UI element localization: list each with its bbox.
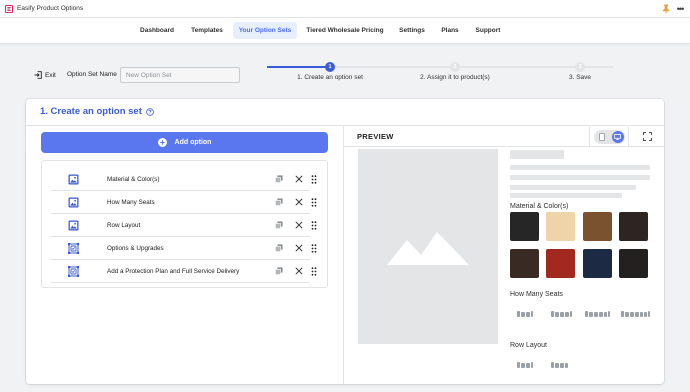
preview-row-layout-label: Row Layout — [510, 342, 547, 349]
add-option-button[interactable]: Add option — [41, 132, 328, 153]
step-1-label: 1. Create an option set — [297, 74, 363, 81]
delete-x-icon[interactable] — [295, 198, 303, 206]
option-row[interactable]: How Many Seats — [51, 191, 317, 214]
step-2-dot: 2 — [450, 62, 460, 72]
placeholder-line — [510, 175, 650, 180]
checkbox-group-icon — [68, 265, 79, 277]
option-row[interactable]: Row Layout — [51, 214, 317, 237]
preview-material-label: Material & Color(s) — [510, 203, 569, 210]
option-set-name-input[interactable] — [120, 67, 240, 83]
option-set-name-label: Option Set Name — [67, 71, 117, 78]
info-icon[interactable] — [146, 107, 154, 116]
app-title: Easify Product Options — [17, 5, 84, 12]
option-label: How Many Seats — [107, 198, 155, 206]
placeholder-line — [510, 185, 636, 190]
image-placeholder-icon — [387, 231, 469, 265]
delete-x-icon[interactable] — [295, 244, 303, 252]
preview-header-divider — [344, 146, 664, 147]
material-swatch[interactable] — [583, 212, 612, 241]
delete-x-icon[interactable] — [295, 175, 303, 183]
material-swatch[interactable] — [546, 212, 575, 241]
option-label: Options & Upgrades — [107, 244, 164, 252]
seat-count-image[interactable] — [550, 309, 572, 319]
tab-plans[interactable]: Plans — [436, 22, 464, 39]
option-label: Material & Color(s) — [107, 175, 160, 183]
duplicate-icon[interactable] — [275, 221, 283, 229]
placeholder-line — [510, 150, 564, 159]
seat-count-image[interactable] — [516, 309, 534, 319]
drag-handle-icon[interactable] — [311, 197, 317, 207]
delete-x-icon[interactable] — [295, 221, 303, 229]
stepper-remaining-line — [330, 66, 613, 68]
option-row[interactable]: Material & Color(s) — [51, 168, 317, 191]
preview-title: PREVIEW — [357, 132, 394, 141]
row-layout-image[interactable] — [550, 360, 570, 370]
material-swatch[interactable] — [510, 212, 539, 241]
desktop-view-button[interactable] — [611, 130, 624, 143]
duplicate-icon[interactable] — [275, 175, 283, 183]
exit-icon — [34, 71, 42, 79]
image-swatch-icon — [68, 174, 79, 185]
material-swatch[interactable] — [619, 212, 648, 241]
option-list-pane: Add option Material & Color(s) How Many … — [26, 126, 344, 384]
easify-logo-icon — [5, 4, 13, 13]
option-row[interactable]: Options & Upgrades — [51, 237, 317, 260]
drag-handle-icon[interactable] — [311, 220, 317, 230]
duplicate-icon[interactable] — [275, 198, 283, 206]
drag-handle-icon[interactable] — [311, 174, 317, 184]
delete-x-icon[interactable] — [295, 267, 303, 275]
app-title-bar: Easify Product Options ••• — [0, 0, 690, 18]
tab-dashboard[interactable]: Dashboard — [134, 22, 180, 39]
tab-settings[interactable]: Settings — [393, 22, 431, 39]
tab-your-option-sets[interactable]: Your Option Sets — [233, 22, 297, 39]
step-2-label: 2. Assign it to product(s) — [420, 74, 490, 81]
desktop-icon — [614, 133, 621, 140]
product-image-placeholder — [358, 149, 498, 344]
device-toggle-pill[interactable] — [593, 129, 625, 144]
preview-seats-label: How Many Seats — [510, 291, 563, 298]
material-swatch[interactable] — [583, 249, 612, 278]
row-layout-image[interactable] — [516, 360, 534, 370]
seat-count-image[interactable] — [584, 309, 610, 319]
exit-label: Exit — [45, 71, 56, 79]
checkbox-group-icon — [68, 242, 79, 254]
card-title: 1. Create an option set — [40, 106, 154, 117]
material-swatch[interactable] — [510, 249, 539, 278]
placeholder-line — [510, 193, 622, 198]
pin-icon[interactable] — [662, 4, 670, 14]
top-navigation: Dashboard Templates Your Option Sets Tie… — [0, 18, 690, 44]
duplicate-icon[interactable] — [275, 244, 283, 252]
placeholder-line — [510, 165, 650, 170]
step-3-label: 3. Save — [568, 74, 592, 81]
duplicate-icon[interactable] — [275, 267, 283, 275]
drag-handle-icon[interactable] — [311, 266, 317, 276]
exit-button[interactable]: Exit — [34, 69, 56, 81]
drag-handle-icon[interactable] — [311, 243, 317, 253]
material-swatch[interactable] — [619, 249, 648, 278]
create-option-set-card: 1. Create an option set Add option Mater… — [26, 99, 664, 384]
options-list: Material & Color(s) How Many Seats Row L… — [41, 160, 328, 288]
option-label: Add a Protection Plan and Full Service D… — [107, 267, 240, 275]
more-horizontal-icon[interactable]: ••• — [675, 3, 685, 15]
device-toggle[interactable] — [589, 127, 629, 146]
option-label: Row Layout — [107, 221, 141, 229]
image-swatch-icon — [68, 197, 79, 208]
tab-templates[interactable]: Templates — [186, 22, 228, 39]
card-title-text: 1. Create an option set — [40, 106, 142, 117]
step-3-dot: 3 — [575, 62, 585, 72]
tab-support[interactable]: Support — [470, 22, 506, 39]
step-1-dot: 1 — [325, 62, 335, 72]
fullscreen-expand-icon[interactable] — [643, 132, 652, 141]
material-swatch[interactable] — [546, 249, 575, 278]
seat-count-image[interactable] — [620, 309, 650, 319]
add-option-label: Add option — [174, 139, 212, 146]
image-swatch-icon — [68, 220, 79, 231]
tab-tiered-wholesale-pricing[interactable]: Tiered Wholesale Pricing — [303, 22, 387, 39]
option-row[interactable]: Add a Protection Plan and Full Service D… — [51, 260, 317, 283]
pane-divider — [343, 126, 344, 384]
mobile-icon[interactable] — [598, 132, 605, 141]
stepper-progress-line — [267, 66, 330, 68]
plus-circle-icon — [157, 138, 167, 147]
